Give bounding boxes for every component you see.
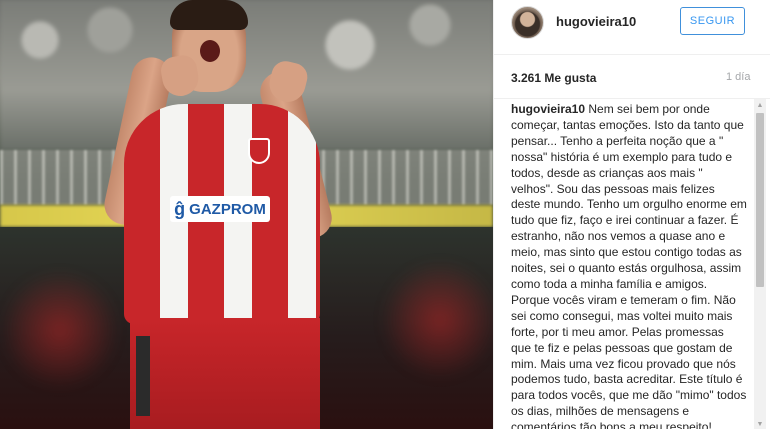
shorts-stripe [136, 336, 150, 416]
scroll-up-arrow-icon[interactable]: ▲ [754, 99, 766, 111]
likes-count[interactable]: 3.261 Me gusta [511, 71, 596, 85]
profile-username-link[interactable]: hugovieira10 [556, 14, 636, 29]
post-age[interactable]: 1 día [726, 71, 750, 83]
post-header: hugovieira10 SEGUIR [494, 0, 770, 54]
player-hair [170, 0, 248, 30]
gazprom-flame-icon: ĝ [174, 198, 186, 219]
caption-username-link[interactable]: hugovieira10 [511, 102, 585, 116]
caption-area[interactable]: hugovieira10 Nem sei bem por onde começa… [494, 98, 770, 429]
post-side-panel: hugovieira10 SEGUIR 3.261 Me gusta 1 día… [493, 0, 770, 429]
red-banner-blur [380, 260, 493, 380]
instagram-post: ĝ GAZPROM hugovieira10 SEGUIR 3.261 Me g… [0, 0, 770, 429]
caption-text: Nem sei bem por onde começar, tantas emo… [511, 102, 747, 429]
scrollbar-thumb[interactable] [756, 113, 764, 287]
football-player: ĝ GAZPROM [100, 0, 350, 429]
post-photo[interactable]: ĝ GAZPROM [0, 0, 493, 429]
profile-avatar[interactable] [511, 6, 544, 39]
player-mouth [200, 40, 220, 62]
player-shorts [130, 318, 320, 429]
follow-button[interactable]: SEGUIR [680, 7, 745, 35]
caption-scrollbar[interactable]: ▲ ▼ [754, 99, 766, 429]
shirt-sponsor-logo: ĝ GAZPROM [170, 196, 270, 222]
likes-row: 3.261 Me gusta 1 día [494, 54, 770, 98]
caption: hugovieira10 Nem sei bem por onde começa… [511, 102, 747, 429]
sponsor-text: GAZPROM [189, 200, 266, 218]
club-crest-icon [248, 138, 270, 164]
scroll-down-arrow-icon[interactable]: ▼ [754, 418, 766, 429]
